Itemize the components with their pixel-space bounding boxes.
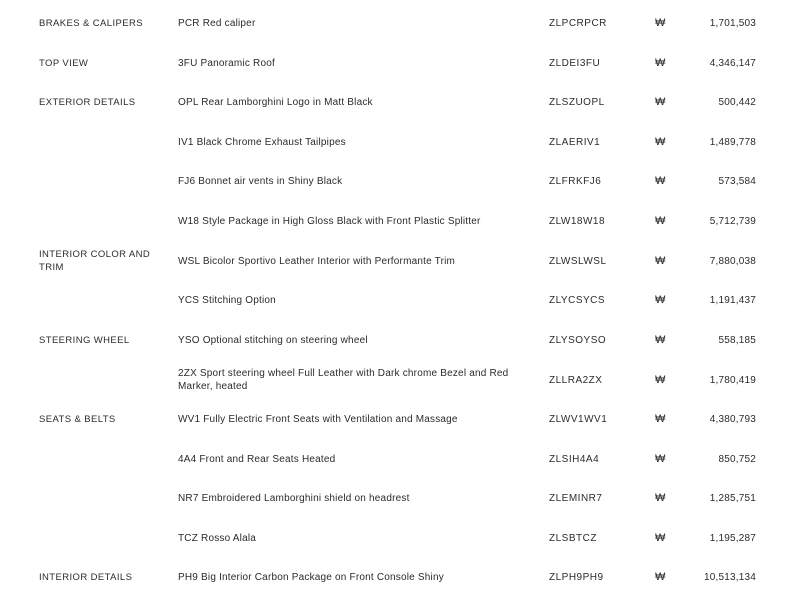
currency-symbol: ₩ bbox=[655, 492, 666, 504]
option-description: 2ZX Sport steering wheel Full Leather wi… bbox=[178, 368, 509, 392]
currency-symbol: ₩ bbox=[655, 334, 666, 346]
table-row: 2ZX Sport steering wheel Full Leather wi… bbox=[0, 367, 800, 407]
options-price-table: BRAKES & CALIPERS PCR Red caliper ZLPCRP… bbox=[0, 0, 800, 600]
option-description: YSO Optional stitching on steering wheel bbox=[178, 335, 368, 346]
option-price: 1,285,751 bbox=[709, 493, 756, 504]
table-row: IV1 Black Chrome Exhaust Tailpipes ZLAER… bbox=[0, 136, 800, 176]
option-price: 1,489,778 bbox=[709, 137, 756, 148]
currency-symbol: ₩ bbox=[655, 413, 666, 425]
option-price: 1,701,503 bbox=[709, 18, 756, 29]
option-description: W18 Style Package in High Gloss Black wi… bbox=[178, 216, 481, 227]
table-row: EXTERIOR DETAILS OPL Rear Lamborghini Lo… bbox=[0, 96, 800, 136]
option-code: ZLYCSYCS bbox=[549, 295, 606, 306]
table-row: 4A4 Front and Rear Seats Heated ZLSIH4A4… bbox=[0, 453, 800, 493]
table-row: FJ6 Bonnet air vents in Shiny Black ZLFR… bbox=[0, 175, 800, 215]
option-price: 4,380,793 bbox=[709, 414, 756, 425]
option-price: 1,191,437 bbox=[709, 295, 756, 306]
option-description: TCZ Rosso Alala bbox=[178, 533, 257, 544]
option-code: ZLYSOYSO bbox=[549, 335, 607, 346]
option-price: 558,185 bbox=[718, 335, 756, 346]
currency-symbol: ₩ bbox=[655, 136, 666, 148]
option-price: 5,712,739 bbox=[709, 216, 756, 227]
option-code: ZLPH9PH9 bbox=[549, 572, 604, 583]
option-description: PH9 Big Interior Carbon Package on Front… bbox=[178, 572, 444, 583]
option-code: ZLLRA2ZX bbox=[549, 375, 603, 386]
table-row: NR7 Embroidered Lamborghini shield on he… bbox=[0, 492, 800, 532]
table-row: YCS Stitching Option ZLYCSYCS ₩ 1,191,43… bbox=[0, 294, 800, 334]
currency-symbol: ₩ bbox=[655, 215, 666, 227]
table-row: BRAKES & CALIPERS PCR Red caliper ZLPCRP… bbox=[0, 17, 800, 57]
table-row: INTERIOR DETAILS PH9 Big Interior Carbon… bbox=[0, 571, 800, 600]
currency-symbol: ₩ bbox=[655, 96, 666, 108]
category-label: INTERIOR COLOR AND TRIM bbox=[39, 249, 151, 273]
currency-symbol: ₩ bbox=[655, 571, 666, 583]
option-description: IV1 Black Chrome Exhaust Tailpipes bbox=[178, 137, 346, 148]
option-code: ZLSZUOPL bbox=[549, 97, 605, 108]
option-price: 850,752 bbox=[718, 454, 756, 465]
option-price: 1,195,287 bbox=[709, 533, 756, 544]
category-label: SEATS & BELTS bbox=[39, 414, 116, 425]
option-code: ZLFRKFJ6 bbox=[549, 176, 602, 187]
option-description: YCS Stitching Option bbox=[178, 295, 276, 306]
option-code: ZLPCRPCR bbox=[549, 18, 607, 29]
category-label: BRAKES & CALIPERS bbox=[39, 18, 143, 29]
option-price: 573,584 bbox=[718, 176, 756, 187]
option-price: 10,513,134 bbox=[703, 572, 756, 583]
option-description: PCR Red caliper bbox=[178, 18, 256, 29]
option-description: WSL Bicolor Sportivo Leather Interior wi… bbox=[178, 256, 456, 267]
option-code: ZLW18W18 bbox=[549, 216, 606, 227]
option-price: 7,880,038 bbox=[709, 256, 756, 267]
option-code: ZLWV1WV1 bbox=[549, 414, 608, 425]
currency-symbol: ₩ bbox=[655, 453, 666, 465]
currency-symbol: ₩ bbox=[655, 294, 666, 306]
category-label: STEERING WHEEL bbox=[39, 335, 130, 346]
table-row: TCZ Rosso Alala ZLSBTCZ ₩ 1,195,287 bbox=[0, 532, 800, 572]
currency-symbol: ₩ bbox=[655, 532, 666, 544]
currency-symbol: ₩ bbox=[655, 175, 666, 187]
option-description: OPL Rear Lamborghini Logo in Matt Black bbox=[178, 97, 373, 108]
option-code: ZLWSLWSL bbox=[549, 256, 607, 267]
category-label: TOP VIEW bbox=[39, 58, 89, 69]
option-price: 500,442 bbox=[718, 97, 756, 108]
currency-symbol: ₩ bbox=[655, 255, 666, 267]
option-description: 3FU Panoramic Roof bbox=[178, 58, 275, 69]
option-description: FJ6 Bonnet air vents in Shiny Black bbox=[178, 176, 343, 187]
option-description: NR7 Embroidered Lamborghini shield on he… bbox=[178, 493, 410, 504]
currency-symbol: ₩ bbox=[655, 374, 666, 386]
option-description: 4A4 Front and Rear Seats Heated bbox=[178, 454, 336, 465]
table-row: TOP VIEW 3FU Panoramic Roof ZLDEI3FU ₩ 4… bbox=[0, 57, 800, 97]
option-code: ZLSBTCZ bbox=[549, 533, 597, 544]
option-code: ZLAERIV1 bbox=[549, 137, 601, 148]
option-code: ZLDEI3FU bbox=[549, 58, 601, 69]
option-description: WV1 Fully Electric Front Seats with Vent… bbox=[178, 414, 458, 425]
option-code: ZLEMINR7 bbox=[549, 493, 603, 504]
option-code: ZLSIH4A4 bbox=[549, 454, 600, 465]
currency-symbol: ₩ bbox=[655, 17, 666, 29]
category-label: INTERIOR DETAILS bbox=[39, 572, 133, 583]
option-price: 4,346,147 bbox=[709, 58, 756, 69]
category-label: EXTERIOR DETAILS bbox=[39, 97, 136, 108]
table-row: INTERIOR COLOR AND TRIM WSL Bicolor Spor… bbox=[0, 248, 800, 288]
currency-symbol: ₩ bbox=[655, 57, 666, 69]
table-row: SEATS & BELTS WV1 Fully Electric Front S… bbox=[0, 413, 800, 453]
option-price: 1,780,419 bbox=[709, 375, 756, 386]
